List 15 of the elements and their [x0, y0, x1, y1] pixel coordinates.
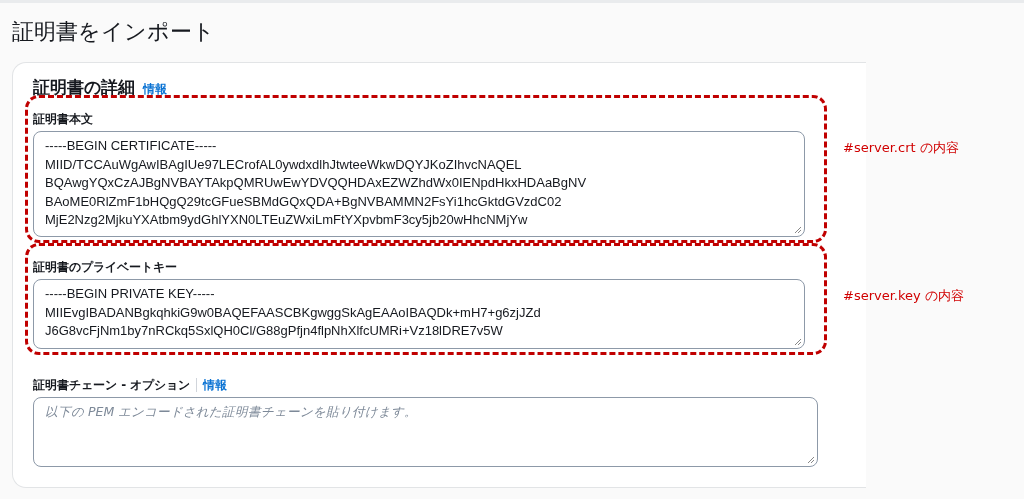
- field-label: 証明書本文: [33, 110, 93, 128]
- text-area-field[interactable]: 以下の PEM エンコードされた証明書チェーンを貼り付けます。: [33, 397, 818, 467]
- info-link[interactable]: 情報: [143, 82, 167, 97]
- resize-handle-icon[interactable]: [807, 456, 815, 464]
- annotation-note: #server.key の内容: [843, 287, 964, 305]
- text-area-field[interactable]: -----BEGIN CERTIFICATE----- MIID/TCCAuWgAwIBAgIUe97LECrofAL0ywdxdlhJtwteeWkwDQYJKoZIhvcNAQEL BQAwgYQxCzAJBgNVBAYTAkpQMRUwEwYDVQQHDAxEZWZhdWx0IENpdHkxHDAaBgNV BAoME0RlZmF1bHQgQ29tcGFueSBMdGQxQDA+BgNVBAMMN2FsYi1hcGktdGVzdC02 MjE2Nzg2MjkuYXAtbm9ydGhlYXN0LTEuZWxiLmFtYXpvbmF3cy5jb20wHhcNMjYw: [33, 131, 805, 237]
- field-label: 証明書のプライベートキー: [33, 258, 177, 276]
- info-link[interactable]: 情報: [203, 377, 228, 393]
- page-title: 証明書をインポート: [12, 18, 216, 46]
- field-label: 証明書チェーン - オプション: [33, 376, 191, 394]
- text-area-field[interactable]: -----BEGIN PRIVATE KEY----- MIIEvgIBADANBgkqhkiG9w0BAQEFAASCBKgwggSkAgEAAoIBAQDk+mH7+g6zjJZd J6G8vcFjNm1by7nRCkq5SxlQH0Cl/G88gPfjn4flpNhXlfcUMRi+Vz18lDRE7v5W: [33, 279, 805, 349]
- resize-handle-icon[interactable]: [794, 226, 802, 234]
- resize-handle-icon[interactable]: [794, 338, 802, 346]
- annotation-note: #server.crt の内容: [843, 139, 959, 157]
- section-title: 証明書の詳細: [33, 77, 135, 99]
